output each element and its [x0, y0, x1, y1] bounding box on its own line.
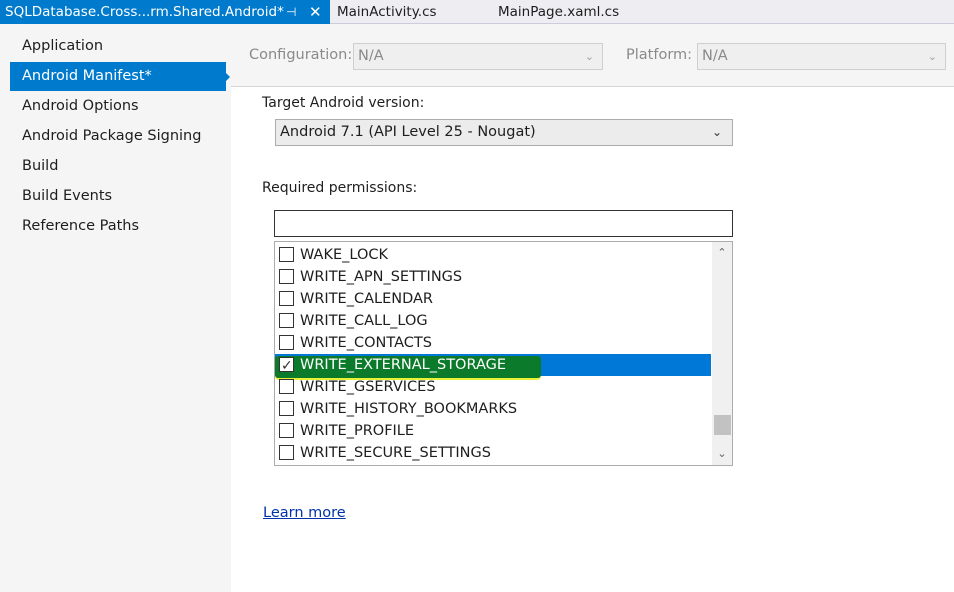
scroll-thumb[interactable] [714, 415, 731, 435]
permission-label: WRITE_HISTORY_BOOKMARKS [300, 401, 518, 417]
list-item[interactable]: WRITE_APN_SETTINGS [275, 266, 711, 288]
nav-item-application[interactable]: Application [10, 32, 226, 61]
checkmark-icon: ✓ [281, 358, 293, 374]
configuration-value: N/A [358, 48, 384, 64]
list-item[interactable]: WRITE_CALL_LOG [275, 310, 711, 332]
checkbox-checked[interactable]: ✓ [279, 357, 294, 374]
tab-mainpage-xaml[interactable]: MainPage.xaml.cs [498, 0, 619, 24]
permissions-filter-input[interactable] [274, 210, 733, 237]
selection-arrow-icon [224, 71, 230, 83]
permission-label: WRITE_SECURE_SETTINGS [300, 445, 491, 461]
permission-label: WRITE_CALL_LOG [300, 313, 428, 329]
checkbox[interactable] [279, 313, 294, 328]
list-item[interactable]: WRITE_CALENDAR [275, 288, 711, 310]
tab-project-properties[interactable]: SQLDatabase.Cross...rm.Shared.Android* ⊣… [0, 0, 330, 24]
property-pages-nav: Application Android Manifest* Android Op… [0, 25, 231, 592]
nav-item-build[interactable]: Build [10, 152, 226, 181]
nav-item-android-package-signing[interactable]: Android Package Signing [10, 122, 226, 151]
permission-label: WRITE_EXTERNAL_STORAGE [300, 357, 507, 373]
learn-more-link[interactable]: Learn more [263, 505, 346, 521]
scroll-down-icon[interactable]: ⌄ [712, 445, 732, 463]
checkbox[interactable] [279, 269, 294, 284]
tab-title: SQLDatabase.Cross...rm.Shared.Android* [5, 4, 284, 20]
permission-label: WRITE_CONTACTS [300, 335, 432, 351]
platform-label: Platform: [626, 47, 693, 63]
nav-item-android-manifest[interactable]: Android Manifest* [10, 62, 226, 91]
list-item[interactable]: WRITE_SECURE_SETTINGS [275, 442, 711, 464]
nav-item-build-events[interactable]: Build Events [10, 182, 226, 211]
configuration-label: Configuration: [249, 47, 353, 63]
platform-select[interactable]: N/A ⌄ [697, 43, 946, 70]
nav-item-reference-paths[interactable]: Reference Paths [10, 212, 226, 241]
pin-icon[interactable]: ⊣ [286, 0, 300, 24]
checkbox[interactable] [279, 291, 294, 306]
checkbox[interactable] [279, 335, 294, 350]
checkbox[interactable] [279, 247, 294, 262]
target-android-version-value: Android 7.1 (API Level 25 - Nougat) [280, 124, 536, 140]
chevron-down-icon: ⌄ [711, 125, 722, 139]
required-permissions-label: Required permissions: [262, 180, 418, 196]
nav-item-android-options[interactable]: Android Options [10, 92, 226, 121]
target-android-version-label: Target Android version: [262, 95, 425, 111]
permission-label: WAKE_LOCK [300, 247, 388, 263]
configuration-bar: Configuration: N/A ⌄ Platform: N/A ⌄ [231, 25, 954, 87]
list-item[interactable]: WRITE_GSERVICES [275, 376, 711, 398]
permission-label: WRITE_PROFILE [300, 423, 415, 439]
document-tab-strip: SQLDatabase.Cross...rm.Shared.Android* ⊣… [0, 0, 954, 24]
checkbox[interactable] [279, 445, 294, 460]
platform-value: N/A [702, 48, 728, 64]
chevron-down-icon: ⌄ [584, 50, 594, 63]
nav-item-label: Android Manifest* [22, 68, 152, 84]
android-manifest-page: Configuration: N/A ⌄ Platform: N/A ⌄ Tar… [231, 25, 954, 592]
checkbox[interactable] [279, 379, 294, 394]
list-item[interactable]: WRITE_PROFILE [275, 420, 711, 442]
checkbox[interactable] [279, 423, 294, 438]
permissions-list[interactable]: WAKE_LOCK WRITE_APN_SETTINGS WRITE_CALEN… [274, 241, 733, 466]
list-item-selected[interactable]: ✓ WRITE_EXTERNAL_STORAGE [275, 354, 711, 378]
tab-mainactivity[interactable]: MainActivity.cs [337, 0, 437, 24]
list-item[interactable]: WAKE_LOCK [275, 244, 711, 266]
list-item[interactable]: WRITE_HISTORY_BOOKMARKS [275, 398, 711, 420]
scroll-up-icon[interactable]: ⌃ [712, 244, 732, 262]
chevron-down-icon: ⌄ [927, 50, 937, 63]
permission-label: WRITE_GSERVICES [300, 379, 436, 395]
permission-label: WRITE_CALENDAR [300, 291, 433, 307]
close-icon[interactable]: ✕ [309, 0, 323, 24]
configuration-select[interactable]: N/A ⌄ [353, 43, 603, 70]
list-item[interactable]: WRITE_CONTACTS [275, 332, 711, 354]
target-android-version-select[interactable]: Android 7.1 (API Level 25 - Nougat) ⌄ [275, 119, 733, 146]
checkbox[interactable] [279, 401, 294, 416]
permission-label: WRITE_APN_SETTINGS [300, 269, 463, 285]
vertical-scrollbar[interactable]: ⌃ ⌄ [712, 242, 732, 465]
